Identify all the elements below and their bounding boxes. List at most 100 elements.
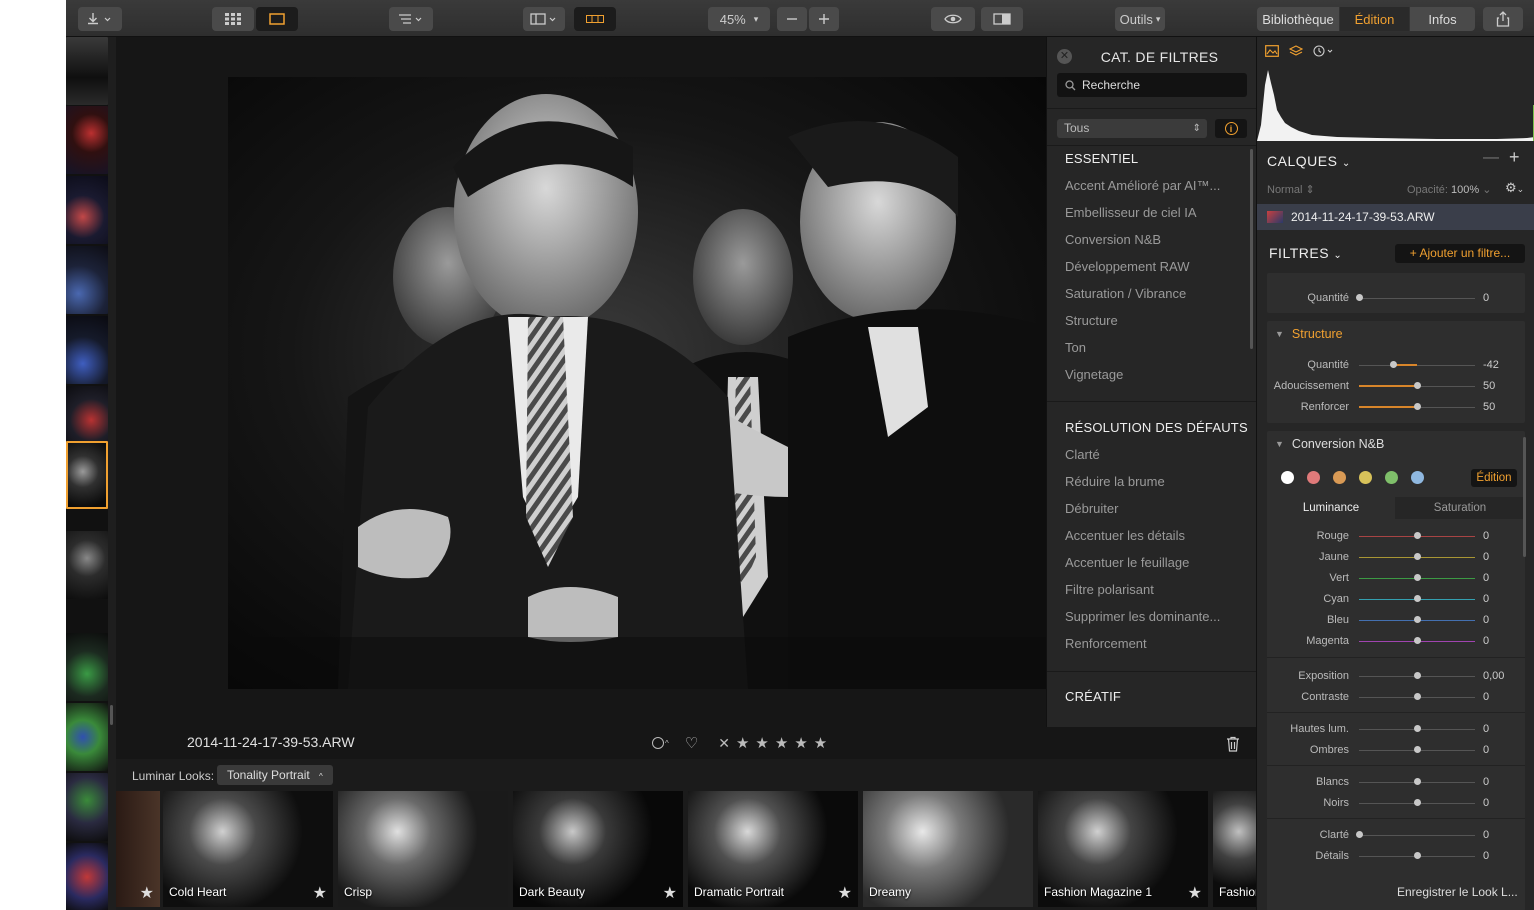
filter-item[interactable]: Accent Amélioré par AI™... (1065, 178, 1220, 193)
layers-title[interactable]: CALQUES ⌄ (1267, 153, 1351, 169)
filmstrip-scrollbar[interactable] (110, 705, 113, 725)
filter-item[interactable]: Vignetage (1065, 367, 1123, 382)
zoom-out-button[interactable] (777, 7, 807, 31)
slider-knob[interactable] (1355, 831, 1363, 838)
slider-knob[interactable] (1355, 294, 1363, 301)
filmstrip-thumbnail[interactable] (66, 843, 108, 910)
slider-knob[interactable] (1413, 672, 1421, 679)
sidebar-toggle-button[interactable] (523, 7, 565, 31)
tab-bibliotheque[interactable]: Bibliothèque (1257, 7, 1340, 31)
history-icon[interactable] (1313, 45, 1335, 57)
reject-icon[interactable]: ✕ (718, 735, 730, 752)
compare-button[interactable] (981, 7, 1023, 31)
color-dot[interactable] (1281, 471, 1294, 484)
slider-knob[interactable] (1413, 637, 1421, 644)
slider-knob[interactable] (1413, 532, 1421, 539)
slider-knob[interactable] (1413, 616, 1421, 623)
filmstrip-thumbnail[interactable] (66, 316, 108, 384)
slider-knob[interactable] (1413, 403, 1421, 410)
filter-item[interactable]: Développement RAW (1065, 259, 1190, 274)
look-thumbnail-partial[interactable]: ★ (116, 791, 160, 907)
gear-icon[interactable]: ⚙⌄ (1505, 180, 1524, 196)
category-select[interactable]: Tous ⇕ (1057, 119, 1207, 138)
tab-luminance[interactable]: Luminance (1267, 497, 1395, 519)
bw-conversion-header[interactable]: ▼ Conversion N&B (1267, 431, 1525, 457)
preview-button[interactable] (931, 7, 975, 31)
slider-knob[interactable] (1413, 574, 1421, 581)
filmstrip-thumbnail[interactable] (66, 703, 108, 771)
zoom-in-button[interactable] (809, 7, 839, 31)
tools-menu[interactable]: Outils ▾ (1115, 7, 1165, 31)
look-thumbnail-partial[interactable]: Fashion (1213, 791, 1256, 907)
histogram-icon[interactable] (1265, 45, 1279, 57)
heart-icon[interactable]: ♡ (685, 734, 698, 752)
color-dot[interactable] (1333, 471, 1346, 484)
slider-knob[interactable] (1413, 799, 1421, 806)
slider-knob[interactable] (1413, 746, 1421, 753)
info-button[interactable]: i (1215, 119, 1247, 138)
share-button[interactable] (1483, 7, 1523, 31)
save-look-button[interactable]: Enregistrer le Look L... (1397, 885, 1518, 899)
star-icon[interactable]: ★ (736, 734, 749, 752)
add-layer-icon[interactable]: + (1509, 147, 1520, 168)
look-thumbnail[interactable]: Fashion Magazine 1 ★ (1038, 791, 1208, 907)
single-view-button[interactable] (256, 7, 298, 31)
star-icon[interactable]: ★ (794, 734, 807, 752)
filter-item[interactable]: Réduire la brume (1065, 474, 1165, 489)
color-dot[interactable] (1307, 471, 1320, 484)
filter-item[interactable]: Supprimer les dominante... (1065, 609, 1220, 624)
filter-item[interactable]: Accentuer le feuillage (1065, 555, 1189, 570)
bw-edit-button[interactable]: Édition (1471, 469, 1517, 487)
filter-item[interactable]: Accentuer les détails (1065, 528, 1185, 543)
filmstrip-thumbnail[interactable] (66, 106, 108, 174)
sort-button[interactable] (389, 7, 433, 31)
look-thumbnail[interactable]: Cold Heart ★ (163, 791, 333, 907)
tab-infos[interactable]: Infos (1410, 7, 1475, 31)
slider-knob[interactable] (1413, 778, 1421, 785)
star-icon[interactable]: ★ (838, 883, 852, 903)
filter-item[interactable]: Saturation / Vibrance (1065, 286, 1186, 301)
layers-icon[interactable] (1289, 45, 1303, 57)
filmstrip-toggle-button[interactable] (574, 7, 616, 31)
filmstrip-thumbnail-selected[interactable] (66, 441, 108, 509)
color-label-icon[interactable] (652, 737, 664, 749)
catalog-scrollbar[interactable] (1250, 149, 1253, 349)
star-icon[interactable]: ★ (755, 734, 768, 752)
slider-track[interactable] (1359, 835, 1475, 836)
look-thumbnail[interactable]: Dark Beauty ★ (513, 791, 683, 907)
filter-search-input[interactable]: Recherche (1057, 73, 1247, 97)
filters-title[interactable]: FILTRES ⌄ (1269, 245, 1342, 261)
filter-item[interactable]: Conversion N&B (1065, 232, 1161, 247)
slider-knob[interactable] (1413, 382, 1421, 389)
grid-view-button[interactable] (212, 7, 254, 31)
filmstrip-thumbnail[interactable] (66, 773, 108, 841)
color-dot[interactable] (1411, 471, 1424, 484)
add-filter-button[interactable]: + Ajouter un filtre... (1395, 244, 1525, 263)
remove-layer-icon[interactable]: — (1483, 149, 1499, 167)
opacity-control[interactable]: Opacité: 100% ⌄ (1407, 183, 1491, 196)
panel-scrollbar[interactable] (1523, 437, 1526, 557)
star-icon[interactable]: ★ (140, 883, 154, 903)
tab-edition[interactable]: Édition (1340, 7, 1410, 31)
trash-icon[interactable] (1226, 736, 1240, 752)
color-dot[interactable] (1385, 471, 1398, 484)
look-thumbnail[interactable]: Dreamy (863, 791, 1033, 907)
filter-item[interactable]: Ton (1065, 340, 1086, 355)
star-icon[interactable]: ★ (663, 883, 677, 903)
slider-knob[interactable] (1413, 852, 1421, 859)
color-dot[interactable] (1359, 471, 1372, 484)
slider-track[interactable] (1359, 298, 1475, 299)
filmstrip-thumbnail[interactable] (66, 531, 108, 599)
filmstrip-thumbnail[interactable] (66, 37, 108, 105)
slider-track[interactable] (1359, 365, 1475, 366)
look-thumbnail[interactable]: Dramatic Portrait ★ (688, 791, 858, 907)
slider-knob[interactable] (1413, 595, 1421, 602)
layer-row[interactable]: 2014-11-24-17-39-53.ARW (1257, 204, 1534, 230)
zoom-select[interactable]: 45% ▾ (708, 7, 770, 31)
blend-mode-select[interactable]: Normal ⇕ (1267, 183, 1315, 196)
filter-item[interactable]: Embellisseur de ciel IA (1065, 205, 1197, 220)
filter-item[interactable]: Renforcement (1065, 636, 1147, 651)
star-icon[interactable]: ★ (313, 883, 327, 903)
filter-item[interactable]: Clarté (1065, 447, 1100, 462)
filter-item[interactable]: Structure (1065, 313, 1118, 328)
